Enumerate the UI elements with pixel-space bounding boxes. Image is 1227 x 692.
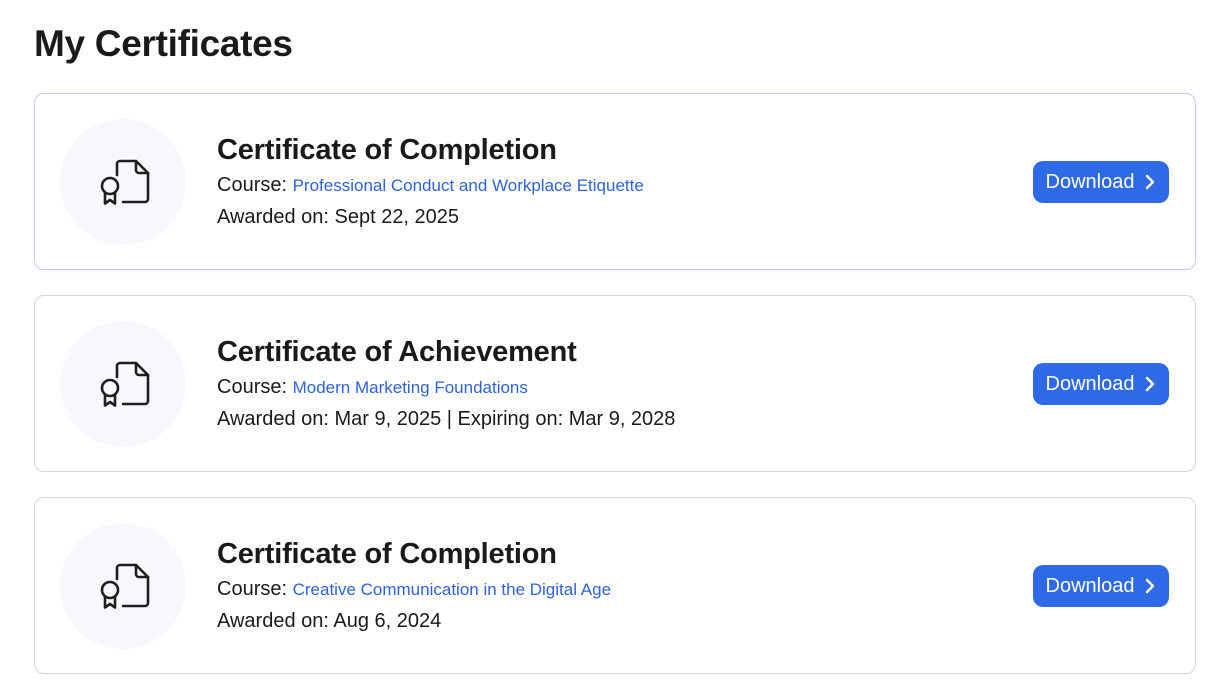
certificate-icon-container (60, 118, 186, 245)
certificate-icon-container (60, 320, 186, 447)
certificate-document-icon (100, 361, 150, 407)
certificate-title: Certificate of Completion (217, 538, 557, 570)
certificate-info: Certificate of Completion Course: Creati… (217, 537, 1033, 634)
certificate-course: Course: Creative Communication in the Di… (217, 576, 1033, 603)
certificate-card: Certificate of Achievement Course: Moder… (34, 295, 1196, 472)
certificate-info: Certificate of Completion Course: Profes… (217, 133, 1033, 230)
course-link[interactable]: Modern Marketing Foundations (293, 378, 528, 397)
download-button[interactable]: Download (1033, 363, 1169, 405)
chevron-right-icon (1146, 174, 1155, 190)
page-title: My Certificates (34, 23, 293, 64)
certificate-list: Certificate of Completion Course: Profes… (34, 93, 1196, 674)
chevron-right-icon (1146, 376, 1155, 392)
certificate-icon-container (60, 522, 186, 649)
certificate-info: Certificate of Achievement Course: Moder… (217, 335, 1033, 432)
certificates-page: My Certificates Certificate of Completio… (0, 0, 1227, 692)
download-button-label: Download (1045, 574, 1135, 597)
certificate-document-icon (100, 159, 150, 205)
certificate-dates: Awarded on: Aug 6, 2024 (217, 610, 442, 632)
certificate-card: Certificate of Completion Course: Profes… (34, 93, 1196, 270)
course-label: Course: (217, 174, 288, 196)
certificate-document-icon (100, 563, 150, 609)
course-label: Course: (217, 578, 288, 600)
download-button-label: Download (1045, 170, 1135, 193)
certificate-course: Course: Modern Marketing Foundations (217, 374, 1033, 401)
download-button-label: Download (1045, 372, 1135, 395)
course-link[interactable]: Professional Conduct and Workplace Etiqu… (293, 176, 644, 195)
download-button[interactable]: Download (1033, 565, 1169, 607)
course-link[interactable]: Creative Communication in the Digital Ag… (293, 580, 611, 599)
certificate-title: Certificate of Completion (217, 134, 557, 166)
course-label: Course: (217, 376, 288, 398)
certificate-dates: Awarded on: Mar 9, 2025 | Expiring on: M… (217, 408, 676, 430)
download-button[interactable]: Download (1033, 161, 1169, 203)
certificate-card: Certificate of Completion Course: Creati… (34, 497, 1196, 674)
chevron-right-icon (1146, 578, 1155, 594)
certificate-title: Certificate of Achievement (217, 336, 577, 368)
certificate-dates: Awarded on: Sept 22, 2025 (217, 206, 460, 228)
certificate-course: Course: Professional Conduct and Workpla… (217, 172, 1033, 199)
